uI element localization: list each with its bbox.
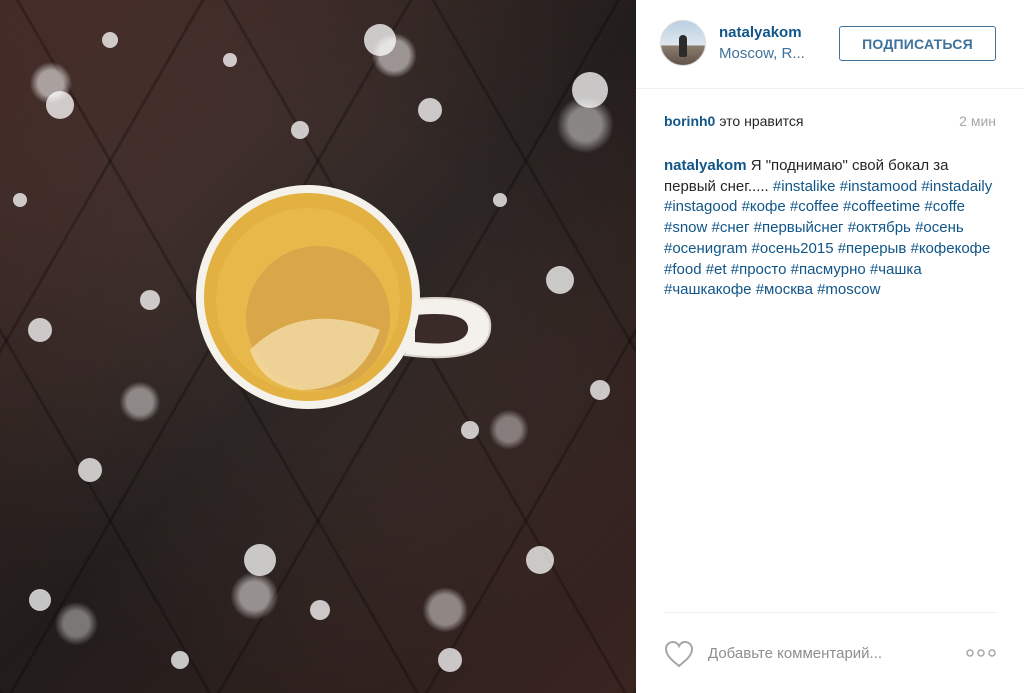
follow-button[interactable]: ПОДПИСАТЬСЯ <box>839 26 996 61</box>
hashtag-link[interactable]: #кофекофе <box>910 240 990 257</box>
hashtag-list: #instalike #instamood #instadaily #insta… <box>664 178 992 299</box>
hashtag-link[interactable]: #instamood <box>840 178 918 195</box>
post-actions <box>664 612 996 692</box>
heart-icon[interactable] <box>664 640 694 668</box>
avatar-figure <box>679 35 687 57</box>
liker-username[interactable]: borinh0 <box>664 113 715 129</box>
hashtag-link[interactable]: #просто <box>731 261 787 278</box>
hashtag-link[interactable]: #осениgram <box>664 240 747 257</box>
hashtag-link[interactable]: #кофе <box>742 198 786 215</box>
coffee-cup-photo <box>13 24 610 672</box>
hashtag-link[interactable]: #et <box>706 261 727 278</box>
hashtag-link[interactable]: #первыйснег <box>754 219 844 236</box>
post-photo[interactable] <box>0 0 636 693</box>
hashtag-link[interactable]: #перерыв <box>838 240 907 257</box>
hashtag-link[interactable]: #coffe <box>924 198 965 215</box>
likes-row: borinh0 это нравится 2 мин <box>664 113 996 133</box>
hashtag-link[interactable]: #instalike <box>773 178 836 195</box>
avatar[interactable] <box>660 20 706 66</box>
more-icon[interactable] <box>966 649 996 657</box>
hashtag-link[interactable]: #октябрь <box>848 219 911 236</box>
hashtag-link[interactable]: #food <box>664 261 702 278</box>
hashtag-link[interactable]: #осень <box>915 219 964 236</box>
hashtag-link[interactable]: #москва <box>756 281 813 298</box>
hashtag-link[interactable]: #coffeetime <box>843 198 920 215</box>
hashtag-link[interactable]: #чашка <box>870 261 922 278</box>
header-username[interactable]: natalyakom <box>719 24 802 41</box>
hashtag-link[interactable]: #осень2015 <box>752 240 834 257</box>
caption-username[interactable]: natalyakom <box>664 157 747 174</box>
hashtag-link[interactable]: #снег <box>712 219 750 236</box>
hashtag-link[interactable]: #instadaily <box>921 178 992 195</box>
hashtag-link[interactable]: #instagood <box>664 198 737 215</box>
post-header: natalyakom Moscow, R... ПОДПИСАТЬСЯ <box>636 0 1024 89</box>
hashtag-link[interactable]: #coffee <box>790 198 839 215</box>
hashtag-link[interactable]: #moscow <box>817 281 880 298</box>
hashtag-link[interactable]: #чашкакофе <box>664 281 752 298</box>
post-caption: natalyakom Я "поднимаю" свой бокал за пе… <box>664 156 996 301</box>
location-link[interactable]: Moscow, R... <box>719 45 805 62</box>
likes-text: это нравится <box>719 113 804 129</box>
post-time[interactable]: 2 мин <box>959 113 996 129</box>
comment-input[interactable] <box>708 641 948 665</box>
hashtag-link[interactable]: #snow <box>664 219 707 236</box>
hashtag-link[interactable]: #пасмурно <box>791 261 866 278</box>
